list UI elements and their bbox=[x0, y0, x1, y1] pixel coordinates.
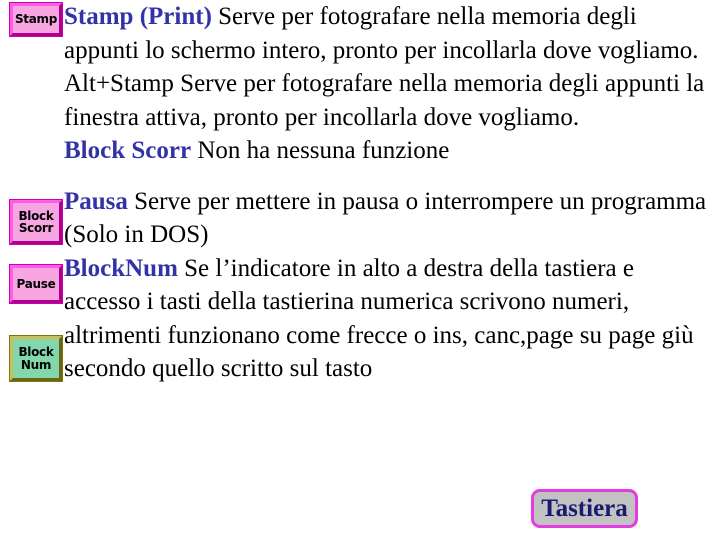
tastiera-callout[interactable]: Tastiera bbox=[531, 489, 638, 528]
paragraph-block-scorr-lead: Block Scorr bbox=[64, 137, 192, 164]
paragraph-block-scorr-body: Non ha nessuna funzione bbox=[191, 137, 450, 164]
paragraph-alt-stamp-body: Alt+Stamp Serve per fotografare nella me… bbox=[64, 70, 705, 131]
paragraph-block-num-lead: BlockNum bbox=[64, 254, 178, 282]
paragraph-block-scorr: Block Scorr Non ha nessuna funzione bbox=[64, 134, 712, 168]
key-pause-line-1: Pause bbox=[16, 276, 56, 291]
key-stamp: Stamp bbox=[9, 2, 63, 37]
paragraph-block-num: BlockNum Se l’indicatore in alto a destr… bbox=[64, 252, 712, 386]
key-stamp-line-1: Stamp bbox=[14, 12, 58, 27]
key-block-num-line-1: Block bbox=[18, 345, 54, 360]
key-block-num: Block Num bbox=[9, 335, 63, 382]
paragraph-pausa: Pausa Serve per mettere in pausa o inter… bbox=[64, 185, 712, 252]
key-block-scorr-line-2: Scorr bbox=[18, 221, 54, 235]
slide-body-text: Stamp (Print) Serve per fotografare nell… bbox=[64, 0, 712, 386]
key-block-scorr: Block Scorr bbox=[9, 199, 63, 245]
tastiera-callout-label: Tastiera bbox=[541, 494, 628, 522]
paragraph-stamp-print: Stamp (Print) Serve per fotografare nell… bbox=[64, 0, 712, 67]
paragraph-alt-stamp: Alt+Stamp Serve per fotografare nella me… bbox=[64, 67, 712, 134]
paragraph-stamp-print-lead: Stamp (Print) bbox=[64, 3, 212, 30]
key-block-num-line-2: Num bbox=[20, 357, 52, 372]
slide-canvas: Stamp Block Scorr Pause Block Num Stamp … bbox=[0, 0, 720, 540]
paragraph-pausa-body: Serve per mettere in pausa o interromper… bbox=[64, 187, 707, 249]
paragraph-pausa-lead: Pausa bbox=[64, 187, 128, 215]
key-pause: Pause bbox=[9, 264, 63, 304]
